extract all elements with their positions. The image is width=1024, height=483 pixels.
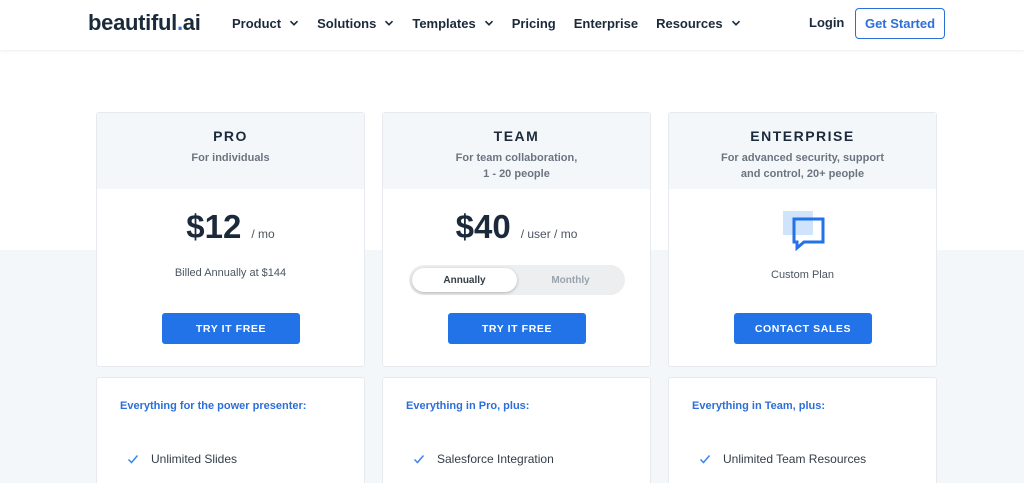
nav-item-resources[interactable]: Resources (656, 16, 740, 31)
plan-card-enterprise: ENTERPRISE For advanced security, suppor… (668, 112, 937, 367)
plan-card-pro: PRO For individuals $12 / mo Billed Annu… (96, 112, 365, 367)
billing-toggle[interactable]: Annually Monthly (409, 265, 625, 295)
feature-text: Salesforce Integration (437, 452, 554, 466)
nav-item-pricing[interactable]: Pricing (512, 16, 556, 31)
plan-card-header: TEAM For team collaboration, 1 - 20 peop… (383, 113, 650, 189)
nav-item-product[interactable]: Product (232, 16, 299, 31)
logo-tail: ai (182, 10, 201, 35)
plan-card-header: PRO For individuals (97, 113, 364, 189)
plan-name: TEAM (493, 128, 540, 144)
main-nav: Product Solutions Templates Pricing Ente… (232, 0, 759, 46)
checkmark-icon (413, 453, 425, 465)
feature-item: Salesforce Integration (413, 452, 554, 466)
plan-subtitle: For individuals (191, 152, 270, 164)
plan-card-header: ENTERPRISE For advanced security, suppor… (669, 113, 936, 189)
chevron-down-icon (731, 18, 741, 28)
nav-item-label: Pricing (511, 15, 556, 31)
plan-price: $12 (186, 208, 242, 245)
nav-item-label: Templates (412, 15, 476, 31)
nav-item-solutions[interactable]: Solutions (317, 16, 394, 31)
toggle-annually[interactable]: Annually (412, 268, 517, 292)
get-started-button[interactable]: Get Started (855, 8, 945, 39)
plan-name: ENTERPRISE (750, 128, 855, 144)
plan-subtitle: For advanced security, support and contr… (720, 152, 884, 180)
chat-bubble-icon (783, 211, 827, 253)
contact-sales-button[interactable]: CONTACT SALES (734, 313, 872, 344)
feature-item: Unlimited Team Resources (699, 452, 866, 466)
feature-card-enterprise: Everything in Team, plus: Unlimited Team… (668, 377, 937, 483)
nav-item-label: Solutions (317, 15, 377, 31)
feature-card-team: Everything in Pro, plus: Salesforce Inte… (382, 377, 651, 483)
try-it-free-button[interactable]: TRY IT FREE (162, 313, 300, 344)
chevron-down-icon (484, 18, 494, 28)
feature-heading: Everything in Team, plus: (692, 400, 826, 412)
price-row: $40 / user / mo (383, 208, 650, 246)
chevron-down-icon (384, 18, 394, 28)
chevron-down-icon (289, 18, 299, 28)
feature-heading: Everything in Pro, plus: (406, 400, 530, 412)
feature-card-pro: Everything for the power presenter: Unli… (96, 377, 365, 483)
site-header: beautiful.ai Product Solutions Templates… (0, 0, 1024, 50)
feature-item: Unlimited Slides (127, 452, 237, 466)
plan-name: PRO (213, 128, 248, 144)
logo[interactable]: beautiful.ai (88, 10, 201, 36)
try-it-free-button[interactable]: TRY IT FREE (448, 313, 586, 344)
price-period: / mo (251, 227, 275, 241)
checkmark-icon (699, 453, 711, 465)
logo-main: beautiful (88, 10, 177, 35)
custom-plan-label: Custom Plan (771, 269, 834, 281)
nav-item-templates[interactable]: Templates (412, 16, 493, 31)
checkmark-icon (127, 453, 139, 465)
plan-subtitle: For team collaboration, 1 - 20 people (455, 152, 578, 180)
nav-item-label: Product (232, 15, 282, 31)
toggle-monthly[interactable]: Monthly (519, 268, 622, 292)
feature-text: Unlimited Team Resources (723, 452, 867, 466)
plan-card-team: TEAM For team collaboration, 1 - 20 peop… (382, 112, 651, 367)
nav-item-label: Resources (656, 15, 723, 31)
price-period: / user / mo (520, 227, 578, 241)
nav-item-enterprise[interactable]: Enterprise (574, 16, 638, 31)
feature-text: Unlimited Slides (151, 452, 238, 466)
price-row: $12 / mo (97, 208, 364, 246)
plan-price: $40 (455, 208, 511, 245)
nav-item-label: Enterprise (573, 15, 639, 31)
feature-heading: Everything for the power presenter: (120, 400, 307, 412)
billing-note: Billed Annually at $144 (174, 267, 287, 279)
login-link[interactable]: Login (809, 15, 844, 30)
